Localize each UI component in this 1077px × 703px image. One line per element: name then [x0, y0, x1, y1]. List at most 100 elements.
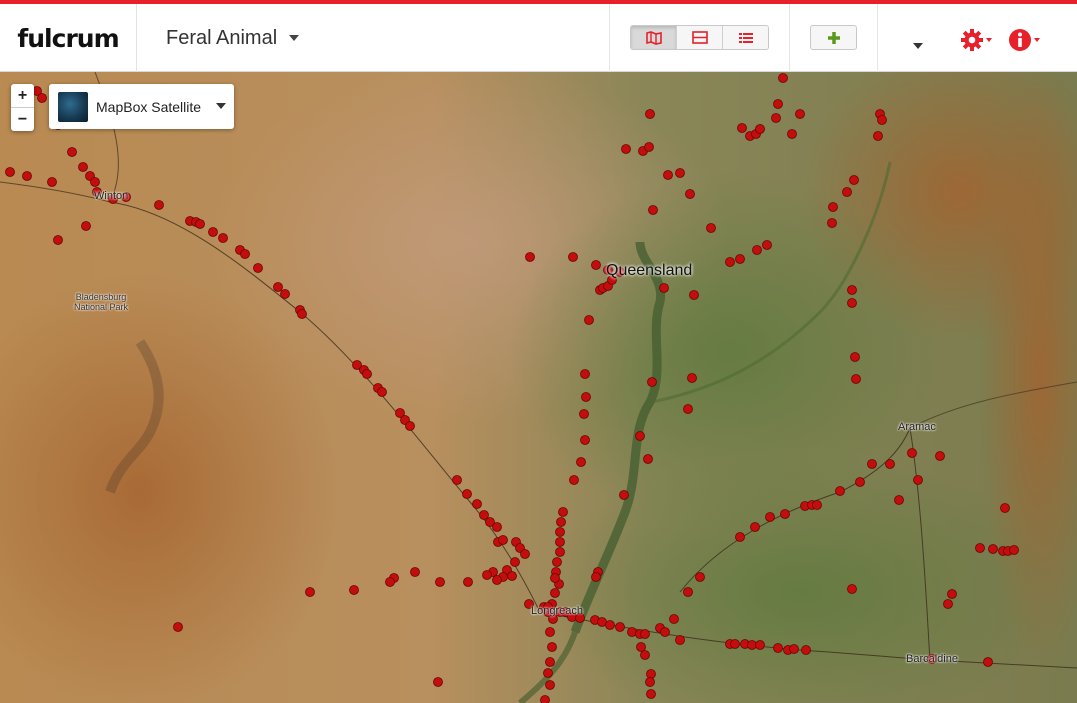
app-selector[interactable]: Feral Animal [166, 4, 300, 72]
record-marker[interactable] [581, 392, 591, 402]
record-marker[interactable] [947, 589, 957, 599]
record-marker[interactable] [706, 223, 716, 233]
record-marker[interactable] [762, 240, 772, 250]
record-marker[interactable] [730, 639, 740, 649]
record-marker[interactable] [555, 547, 565, 557]
info-menu-button[interactable] [1008, 28, 1040, 52]
record-marker[interactable] [660, 627, 670, 637]
record-marker[interactable] [725, 257, 735, 267]
record-marker[interactable] [873, 131, 883, 141]
record-marker[interactable] [154, 200, 164, 210]
record-marker[interactable] [584, 315, 594, 325]
record-marker[interactable] [640, 650, 650, 660]
split-view-button[interactable] [677, 26, 723, 49]
settings-menu-button[interactable] [960, 28, 992, 52]
record-marker[interactable] [735, 532, 745, 542]
record-marker[interactable] [550, 588, 560, 598]
record-marker[interactable] [540, 695, 550, 703]
record-marker[interactable] [795, 109, 805, 119]
record-marker[interactable] [621, 144, 631, 154]
record-marker[interactable] [435, 577, 445, 587]
record-marker[interactable] [755, 124, 765, 134]
record-marker[interactable] [280, 289, 290, 299]
record-marker[interactable] [410, 567, 420, 577]
record-marker[interactable] [580, 435, 590, 445]
record-marker[interactable] [646, 689, 656, 699]
record-marker[interactable] [787, 129, 797, 139]
record-marker[interactable] [907, 448, 917, 458]
record-marker[interactable] [644, 142, 654, 152]
record-marker[interactable] [552, 557, 562, 567]
record-marker[interactable] [659, 283, 669, 293]
record-marker[interactable] [855, 477, 865, 487]
record-marker[interactable] [975, 543, 985, 553]
record-marker[interactable] [22, 171, 32, 181]
record-marker[interactable] [643, 454, 653, 464]
record-marker[interactable] [771, 113, 781, 123]
record-marker[interactable] [755, 640, 765, 650]
record-marker[interactable] [752, 245, 762, 255]
record-marker[interactable] [935, 451, 945, 461]
record-marker[interactable] [208, 227, 218, 237]
record-marker[interactable] [635, 431, 645, 441]
record-marker[interactable] [773, 643, 783, 653]
record-marker[interactable] [663, 170, 673, 180]
record-marker[interactable] [645, 109, 655, 119]
record-marker[interactable] [576, 457, 586, 467]
record-marker[interactable] [913, 475, 923, 485]
record-marker[interactable] [195, 219, 205, 229]
record-marker[interactable] [847, 298, 857, 308]
record-marker[interactable] [850, 352, 860, 362]
record-marker[interactable] [827, 218, 837, 228]
record-marker[interactable] [273, 282, 283, 292]
record-marker[interactable] [627, 627, 637, 637]
record-marker[interactable] [675, 168, 685, 178]
map-view-button[interactable] [631, 26, 677, 49]
record-marker[interactable] [1000, 503, 1010, 513]
record-marker[interactable] [579, 409, 589, 419]
record-marker[interactable] [547, 642, 557, 652]
filter-dropdown[interactable] [913, 36, 923, 54]
record-marker[interactable] [849, 175, 859, 185]
record-marker[interactable] [463, 577, 473, 587]
map-canvas[interactable]: Winton Bladensburg National Park Queensl… [0, 72, 1077, 703]
record-marker[interactable] [482, 570, 492, 580]
record-marker[interactable] [377, 387, 387, 397]
record-marker[interactable] [780, 509, 790, 519]
record-marker[interactable] [510, 557, 520, 567]
record-marker[interactable] [253, 263, 263, 273]
record-marker[interactable] [851, 374, 861, 384]
record-marker[interactable] [507, 571, 517, 581]
record-marker[interactable] [385, 577, 395, 587]
record-marker[interactable] [591, 260, 601, 270]
record-marker[interactable] [778, 73, 788, 83]
record-marker[interactable] [615, 622, 625, 632]
record-marker[interactable] [735, 254, 745, 264]
record-marker[interactable] [695, 572, 705, 582]
record-marker[interactable] [801, 645, 811, 655]
record-marker[interactable] [67, 147, 77, 157]
record-marker[interactable] [647, 377, 657, 387]
record-marker[interactable] [297, 309, 307, 319]
zoom-in-button[interactable]: + [11, 84, 34, 108]
record-marker[interactable] [569, 475, 579, 485]
record-marker[interactable] [47, 177, 57, 187]
record-marker[interactable] [983, 657, 993, 667]
record-marker[interactable] [81, 221, 91, 231]
zoom-out-button[interactable]: − [11, 108, 34, 131]
record-marker[interactable] [498, 535, 508, 545]
record-marker[interactable] [349, 585, 359, 595]
record-marker[interactable] [218, 233, 228, 243]
record-marker[interactable] [37, 93, 47, 103]
record-marker[interactable] [90, 177, 100, 187]
record-marker[interactable] [550, 573, 560, 583]
record-marker[interactable] [240, 249, 250, 259]
record-marker[interactable] [765, 512, 775, 522]
record-marker[interactable] [828, 202, 838, 212]
record-marker[interactable] [683, 404, 693, 414]
record-marker[interactable] [988, 544, 998, 554]
record-marker[interactable] [867, 459, 877, 469]
record-marker[interactable] [675, 635, 685, 645]
record-marker[interactable] [689, 290, 699, 300]
record-marker[interactable] [847, 584, 857, 594]
